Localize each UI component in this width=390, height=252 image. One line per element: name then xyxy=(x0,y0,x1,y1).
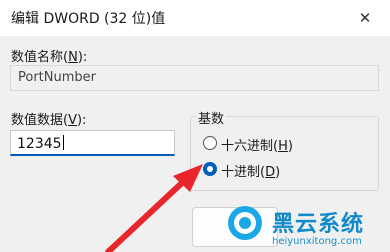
watermark-logo-icon xyxy=(228,206,262,240)
watermark-url: heiyunxitong.com xyxy=(272,236,362,247)
watermark: 黑云系统 heiyunxitong.com xyxy=(228,204,388,250)
watermark-brand: 黑云系统 xyxy=(272,212,365,237)
